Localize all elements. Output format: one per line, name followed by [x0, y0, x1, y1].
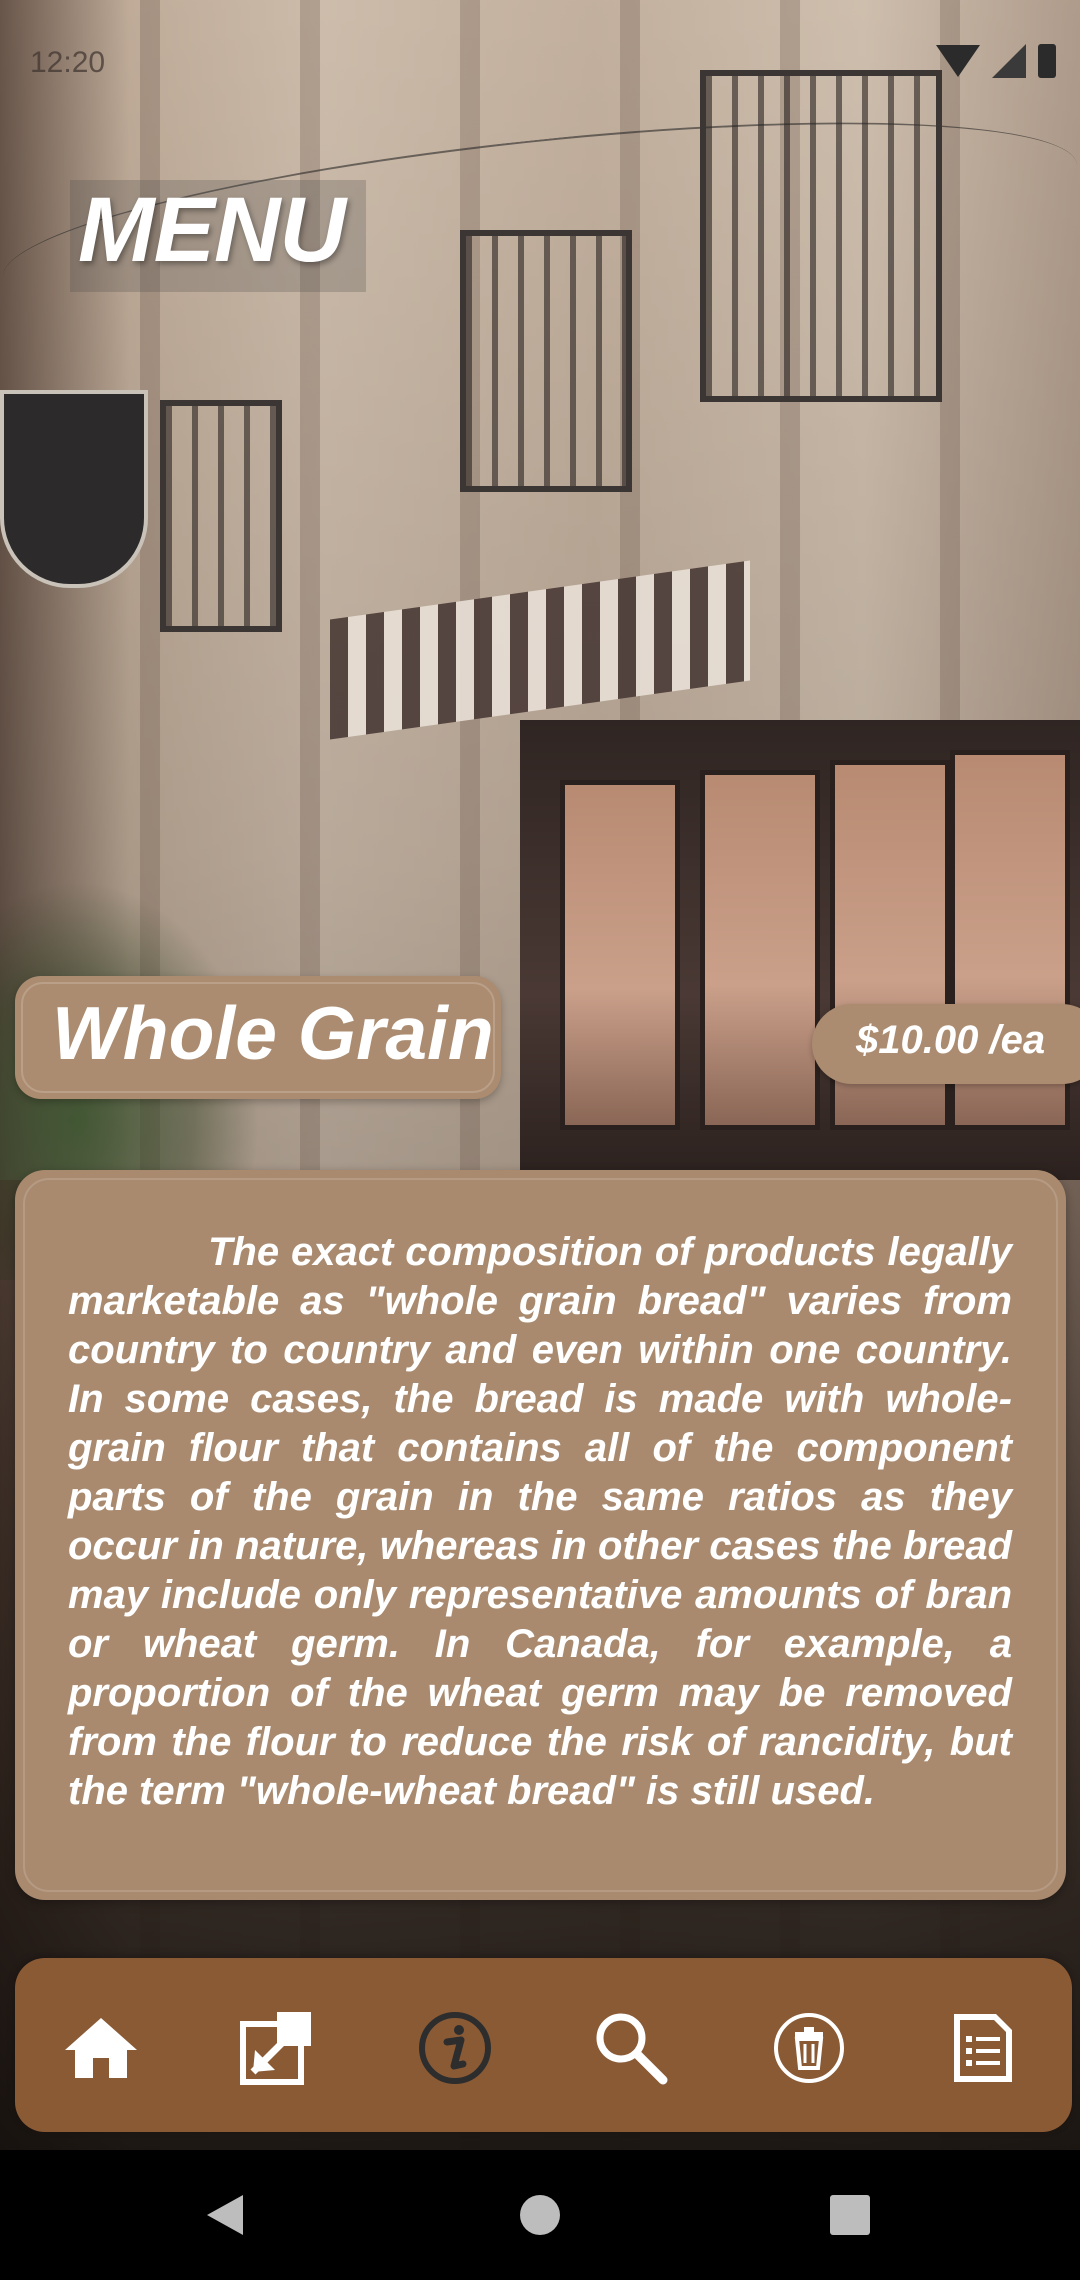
home-button[interactable] [56, 2003, 146, 2093]
background-hotel-sign [0, 390, 148, 588]
back-button[interactable] [190, 2180, 260, 2250]
trash-icon [774, 2013, 844, 2083]
status-time: 12:20 [30, 46, 106, 79]
recents-icon [830, 2195, 870, 2235]
item-description: The exact composition of products legall… [68, 1230, 1012, 1813]
item-title: Whole Grain [52, 991, 494, 1075]
checklist-icon [954, 2014, 1012, 2082]
background-balcony [460, 230, 632, 492]
app-screen: 12:20 MENU Whole Grain $10.00 /ea The ex… [0, 0, 1080, 2280]
home-nav-button[interactable] [505, 2180, 575, 2250]
signal-icon [992, 44, 1026, 78]
wifi-icon [936, 45, 980, 77]
page-title: MENU [78, 179, 346, 281]
item-price: $10.00 /ea [856, 1018, 1046, 1062]
search-button[interactable] [586, 2003, 676, 2093]
open-external-icon [240, 2012, 311, 2085]
info-button[interactable] [410, 2003, 500, 2093]
open-external-button[interactable] [232, 2003, 322, 2093]
home-icon [65, 2018, 137, 2078]
back-icon [207, 2195, 243, 2235]
battery-icon [1038, 44, 1056, 78]
background-window [700, 770, 820, 1130]
background-balcony [160, 400, 282, 632]
status-bar: 12:20 [0, 0, 1080, 120]
recents-button[interactable] [815, 2180, 885, 2250]
search-icon [596, 2013, 668, 2085]
home-circle-icon [520, 2195, 560, 2235]
background-window [560, 780, 680, 1130]
delete-button[interactable] [764, 2003, 854, 2093]
info-icon [419, 2012, 491, 2084]
status-icons [936, 44, 1056, 78]
order-list-button[interactable] [938, 2003, 1028, 2093]
bottom-toolbar [15, 1958, 1072, 2132]
